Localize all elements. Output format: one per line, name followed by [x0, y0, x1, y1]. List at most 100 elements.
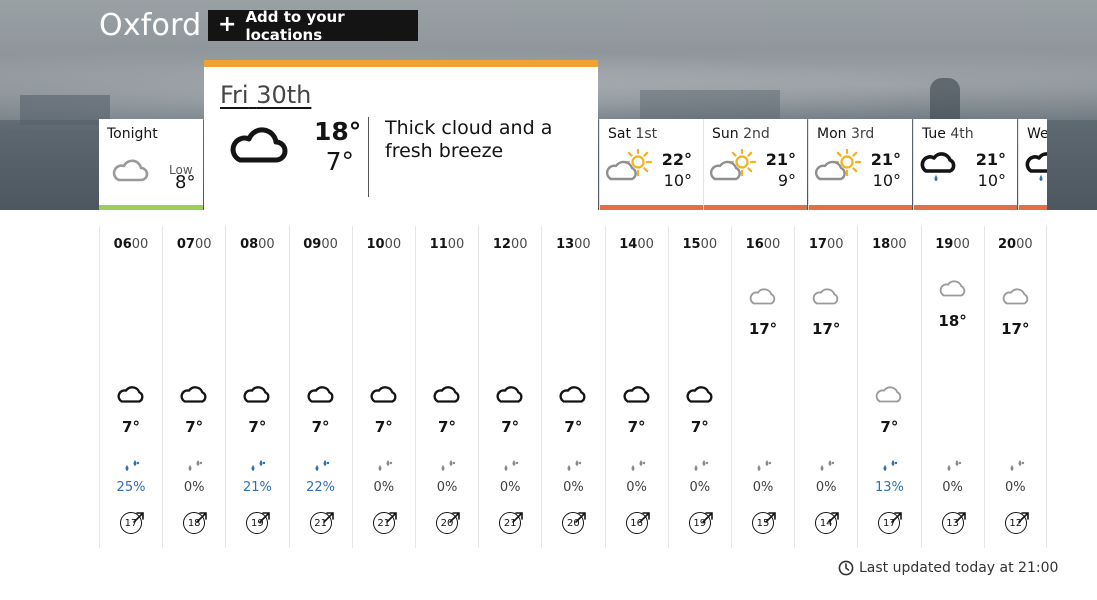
wind-direction-arrow-icon [828, 512, 839, 523]
last-updated-text: Last updated today at 21:00 [859, 560, 1059, 576]
cloud-icon [622, 384, 652, 408]
rain-chance: 0% [752, 480, 774, 495]
hour-temperature: 18° [938, 312, 967, 330]
cloud-icon [242, 384, 272, 408]
hourly-forecast: 0600 7° 25% 17 0700 7° 0% 18 0800 7° 21%… [99, 226, 1047, 548]
cloud-icon [112, 159, 149, 182]
wind-speed: 21 [372, 510, 399, 536]
wind-direction-arrow-icon [385, 512, 397, 523]
hour-temperature: 7° [248, 418, 267, 436]
wind-direction-arrow-icon [638, 512, 650, 523]
hour-temperature: 7° [564, 418, 583, 436]
wind-direction-arrow-icon [512, 512, 523, 523]
wind-direction-arrow-icon [449, 512, 460, 523]
rain-chance: 0% [942, 480, 963, 495]
day-tab-sat[interactable]: Sat 1st 22° 10° [599, 119, 703, 210]
hour-column[interactable]: 1000 7° 0% 21 [351, 226, 415, 548]
cloud-icon [558, 384, 588, 408]
hour-column[interactable]: 1800 7° 13% 17 [857, 226, 920, 548]
wind-speed: 16 [625, 510, 652, 536]
temperature-bar [809, 205, 912, 210]
hour-column[interactable]: 1700 17° 0% 14 [794, 226, 857, 548]
raindrop-icon [123, 458, 141, 477]
clock-icon [838, 560, 854, 576]
cloud-icon [369, 384, 399, 408]
raindrop-icon [945, 458, 963, 477]
hour-time: 1800 [872, 237, 907, 252]
day-tab-mon[interactable]: Mon 3rd 21° 10° [808, 119, 912, 210]
wind-speed: 19 [246, 510, 272, 536]
low-temperature: 8° [175, 172, 196, 193]
wind-speed: 13 [941, 510, 968, 536]
low-temperature: 10° [872, 171, 901, 190]
raindrop-icon [881, 458, 899, 477]
rain-chance: 0% [373, 480, 395, 495]
hour-time: 1400 [619, 237, 654, 252]
temperature-bar [99, 205, 203, 210]
day-tab-label: Mon 3rd [817, 126, 875, 142]
low-temperature: 9° [777, 171, 796, 190]
wind-speed: 21 [309, 510, 336, 536]
hour-temperature: 7° [690, 418, 709, 436]
thick-cloud-icon [230, 127, 288, 163]
hour-column[interactable]: 1900 18° 0% 13 [920, 226, 984, 548]
rain-chance: 0% [563, 480, 584, 495]
hour-column[interactable]: 1600 17° 0% 15 [731, 226, 794, 548]
raindrop-icon [629, 458, 647, 477]
day-tab-tonight[interactable]: Tonight Low 8° [99, 119, 203, 210]
hour-column[interactable]: 0700 7° 0% 18 [162, 226, 225, 548]
hour-time: 1700 [808, 237, 844, 252]
hour-temperature: 7° [438, 418, 456, 436]
hour-time: 1200 [492, 237, 528, 252]
high-temperature: 22° [661, 150, 692, 169]
add-location-button[interactable]: + Add to your locations [208, 7, 418, 44]
hour-temperature: 7° [627, 418, 646, 436]
raindrop-icon [1008, 458, 1026, 477]
wind-direction-arrow-icon [196, 512, 207, 523]
wind-speed: 18 [183, 510, 209, 536]
hour-temperature: 7° [311, 418, 330, 436]
raindrop-icon [439, 458, 457, 477]
wind-speed: 21 [499, 510, 525, 536]
cloud-icon [116, 384, 146, 408]
hour-temperature: 7° [374, 418, 393, 436]
wind-speed: 17 [878, 510, 904, 536]
day-tab-sun[interactable]: Sun 2nd 21° 9° [703, 119, 807, 210]
hour-temperature: 17° [812, 320, 841, 338]
raindrop-icon [818, 458, 836, 477]
hour-column[interactable]: 1100 7° 0% 20 [415, 226, 478, 548]
day-tab-we[interactable]: We [1018, 119, 1047, 210]
rain-chance: 0% [1004, 480, 1026, 495]
low-temperature: 10° [977, 171, 1006, 190]
wind-speed: 14 [815, 510, 841, 536]
temperature-bar [704, 205, 807, 210]
hour-column[interactable]: 1400 7° 0% 16 [604, 226, 668, 548]
high-temperature: 18° [314, 117, 362, 146]
hour-time: 0700 [176, 237, 212, 252]
hour-time: 2000 [997, 237, 1033, 252]
hour-column[interactable]: 0800 7° 21% 19 [225, 226, 288, 548]
raindrop-icon [313, 458, 331, 477]
hour-column[interactable]: 1300 7° 0% 20 [541, 226, 604, 548]
day-tab-label: Tue 4th [922, 126, 974, 142]
hour-column[interactable]: 0600 7° 25% 17 [99, 226, 162, 548]
sun-cloud-icon [605, 147, 656, 189]
selected-day-date[interactable]: Fri 30th [220, 81, 311, 109]
wind-direction-arrow-icon [765, 512, 776, 523]
hour-time: 1300 [556, 237, 591, 252]
hour-column[interactable]: 1500 7° 0% 19 [667, 226, 731, 548]
cloud-icon [179, 384, 209, 408]
add-location-label: Add to your locations [245, 7, 345, 44]
day-tab-label: We [1027, 126, 1047, 142]
day-tab-label: Tonight [107, 126, 158, 142]
wind-speed: 12 [1004, 510, 1031, 536]
cloud-icon [748, 286, 778, 310]
rain-chance: 22% [306, 480, 336, 495]
hour-column[interactable]: 1200 7° 0% 21 [478, 226, 541, 548]
hour-time: 0800 [240, 237, 275, 252]
hour-time: 0600 [113, 237, 149, 252]
day-tab-selected[interactable]: Fri 30th 18° 7° Thick cloud and a fresh … [204, 60, 598, 210]
day-tab-tue[interactable]: Tue 4th 21° 10° [913, 119, 1017, 210]
hour-column[interactable]: 2000 17° 0% 12 [983, 226, 1047, 548]
hour-column[interactable]: 0900 7° 22% 21 [288, 226, 352, 548]
